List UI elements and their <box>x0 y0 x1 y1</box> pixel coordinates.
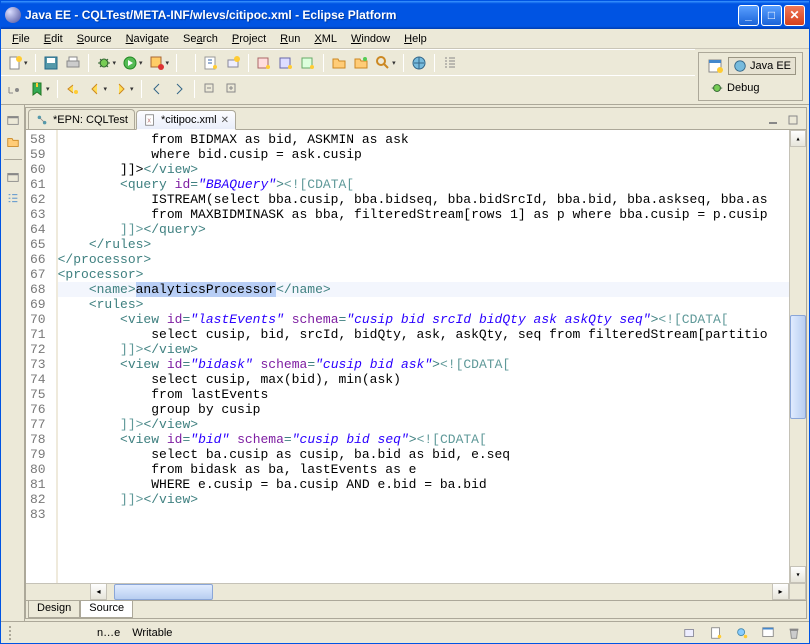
minimize-button[interactable]: _ <box>738 5 759 26</box>
prev-annotation-button[interactable] <box>147 79 167 99</box>
scroll-right-button[interactable]: ▸ <box>772 583 789 600</box>
trash-icon[interactable] <box>787 626 801 640</box>
svg-text:X: X <box>147 119 151 125</box>
maximize-editor-button[interactable] <box>784 111 802 129</box>
tab-label: *EPN: CQLTest <box>53 114 128 126</box>
separator <box>141 80 142 98</box>
separator <box>403 54 404 72</box>
new-button[interactable]: ▾ <box>5 53 30 73</box>
scroll-track[interactable] <box>790 147 806 566</box>
menu-search[interactable]: Search <box>176 31 225 47</box>
run-button[interactable]: ▾ <box>120 53 145 73</box>
separator <box>57 80 58 98</box>
menu-source[interactable]: Source <box>70 31 119 47</box>
toolbar-area: ▾ ▾ ▾ ▾ ▾ <box>1 49 809 105</box>
restore-view-button[interactable] <box>4 111 22 129</box>
separator <box>4 159 22 160</box>
minimize-editor-button[interactable] <box>764 111 782 129</box>
status-col1: n…e <box>97 627 120 639</box>
last-edit-button[interactable] <box>63 79 83 99</box>
menu-run[interactable]: Run <box>273 31 307 47</box>
tool-a-button[interactable] <box>254 53 274 73</box>
search-button[interactable]: ▾ <box>373 53 398 73</box>
editor-tabs: *EPN: CQLTest X *citipoc.xml ✕ <box>26 108 806 130</box>
separator <box>88 54 89 72</box>
epn-icon <box>35 113 49 127</box>
menu-navigate[interactable]: Navigate <box>119 31 176 47</box>
close-tab-icon[interactable]: ✕ <box>221 115 229 126</box>
show-whitespace-button[interactable] <box>5 79 25 99</box>
open-type-button[interactable] <box>201 53 221 73</box>
window-title: Java EE - CQLTest/META-INF/wlevs/citipoc… <box>25 8 738 22</box>
save-button[interactable] <box>41 53 61 73</box>
print-button[interactable] <box>63 53 83 73</box>
maximize-button[interactable]: □ <box>761 5 782 26</box>
menu-window[interactable]: Window <box>344 31 397 47</box>
menubar: File Edit Source Navigate Search Project… <box>1 29 809 49</box>
collapse-all-button[interactable] <box>200 79 220 99</box>
vertical-scrollbar[interactable]: ▴ ▾ <box>789 130 806 583</box>
back-button[interactable]: ▾ <box>85 79 110 99</box>
outline-button[interactable] <box>440 53 460 73</box>
menu-file[interactable]: File <box>5 31 37 47</box>
open-perspective-button[interactable] <box>705 56 725 76</box>
tab-design[interactable]: Design <box>28 600 80 618</box>
debug-button[interactable]: ▾ <box>94 53 119 73</box>
forward-button[interactable]: ▾ <box>111 79 136 99</box>
xml-file-icon: X <box>143 113 157 127</box>
perspective-javaee[interactable]: Java EE <box>728 57 796 75</box>
menu-xml[interactable]: XML <box>307 31 344 47</box>
perspective-debug[interactable]: Debug <box>705 79 764 97</box>
outline-button[interactable] <box>4 190 22 208</box>
left-gutter <box>1 105 25 621</box>
line-numbers: 5859606162636465666768697071727374757677… <box>26 130 58 583</box>
next-annotation-button[interactable] <box>169 79 189 99</box>
close-button[interactable]: ✕ <box>784 5 805 26</box>
separator <box>194 80 195 98</box>
editor-mode-tabs: Design Source <box>26 600 806 618</box>
tab-label: *citipoc.xml <box>161 114 217 126</box>
tab-source[interactable]: Source <box>80 600 133 618</box>
menu-edit[interactable]: Edit <box>37 31 70 47</box>
bookmark-button[interactable]: ▾ <box>27 79 52 99</box>
globe-button[interactable] <box>409 53 429 73</box>
tool-b-button[interactable] <box>276 53 296 73</box>
status-icon <box>709 626 723 640</box>
scroll-up-button[interactable]: ▴ <box>790 130 806 147</box>
tab-citipoc[interactable]: X *citipoc.xml ✕ <box>136 110 236 130</box>
horizontal-scrollbar[interactable]: ◂ ▸ <box>26 583 806 600</box>
separator <box>176 54 177 72</box>
project-explorer-button[interactable] <box>4 133 22 151</box>
titlebar[interactable]: Java EE - CQLTest/META-INF/wlevs/citipoc… <box>1 1 809 29</box>
status-icon <box>761 626 775 640</box>
status-icon <box>735 626 749 640</box>
tool-c-button[interactable] <box>298 53 318 73</box>
external-tools-button[interactable]: ▾ <box>147 53 172 73</box>
scroll-down-button[interactable]: ▾ <box>790 566 806 583</box>
scroll-thumb[interactable] <box>790 315 806 420</box>
hscroll-thumb[interactable] <box>114 584 214 600</box>
folder-b-button[interactable] <box>351 53 371 73</box>
menu-project[interactable]: Project <box>225 31 273 47</box>
restore-view-button[interactable] <box>4 168 22 186</box>
folder-a-button[interactable] <box>329 53 349 73</box>
menu-help[interactable]: Help <box>397 31 434 47</box>
separator <box>195 54 196 72</box>
scroll-left-button[interactable]: ◂ <box>90 583 107 600</box>
editor-body[interactable]: 5859606162636465666768697071727374757677… <box>26 130 806 583</box>
tab-epn[interactable]: *EPN: CQLTest <box>28 109 135 129</box>
separator <box>248 54 249 72</box>
code-area[interactable]: from BIDMAX as bid, ASKMIN as ask where … <box>58 130 789 583</box>
status-col2: Writable <box>132 627 172 639</box>
new-server-button[interactable] <box>223 53 243 73</box>
hscroll-track[interactable] <box>107 583 772 600</box>
expand-all-button[interactable] <box>222 79 242 99</box>
separator <box>434 54 435 72</box>
perspective-switcher: Java EE Debug <box>698 52 803 101</box>
eclipse-icon <box>5 7 21 23</box>
separator <box>35 54 36 72</box>
statusbar: n…e Writable <box>1 621 809 643</box>
separator <box>323 54 324 72</box>
status-icon <box>683 626 697 640</box>
